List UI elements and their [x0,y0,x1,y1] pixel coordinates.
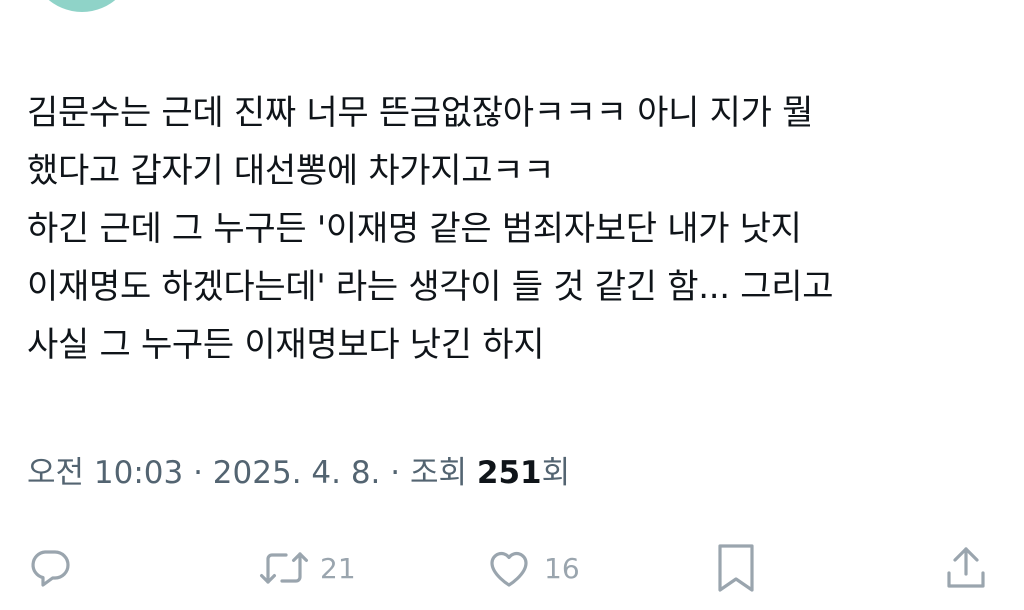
like-count: 16 [544,551,580,585]
bookmark-button[interactable] [714,538,758,598]
reply-icon [26,544,74,592]
action-bar: 21 16 [0,538,1024,598]
tweet-date[interactable]: 2025. 4. 8. [213,455,381,491]
tweet-time[interactable]: 오전 10:03 [27,455,183,491]
tweet-text-line: 사실 그 누구든 이재명보다 낫긴 하지 [27,325,545,365]
tweet-text-line: 하긴 근데 그 누구든 '이재명 같은 범죄자보단 내가 낫지 [27,209,802,249]
tweet-text-line: 이재명도 하겠다는데' 라는 생각이 들 것 같긴 함... 그리고 [27,267,834,307]
heart-icon [484,544,534,592]
tweet-meta: 오전 10:03 · 2025. 4. 8. · 조회 251회 [27,447,570,499]
views-suffix: 회 [541,455,571,491]
tweet-text: 김문수는 근데 진짜 너무 뜬금없잖아ㅋㅋㅋ 아니 지가 뭘 했다고 갑자기 대… [27,84,1007,374]
tweet-text-line: 김문수는 근데 진짜 너무 뜬금없잖아ㅋㅋㅋ 아니 지가 뭘 [27,93,814,133]
tweet-text-line: 했다고 갑자기 대선뽕에 차가지고ㅋㅋ [27,151,555,191]
retweet-button[interactable]: 21 [258,538,356,598]
avatar[interactable] [30,0,134,12]
views-label: 조회 [409,455,477,491]
share-button[interactable] [944,538,988,598]
views-count: 251 [476,455,542,491]
meta-separator: · [183,455,213,491]
retweet-icon [258,544,310,592]
like-button[interactable]: 16 [484,538,580,598]
reply-button[interactable] [26,538,74,598]
share-icon [944,544,988,592]
retweet-count: 21 [320,551,356,585]
meta-separator: · [380,455,410,491]
bookmark-icon [714,542,758,594]
